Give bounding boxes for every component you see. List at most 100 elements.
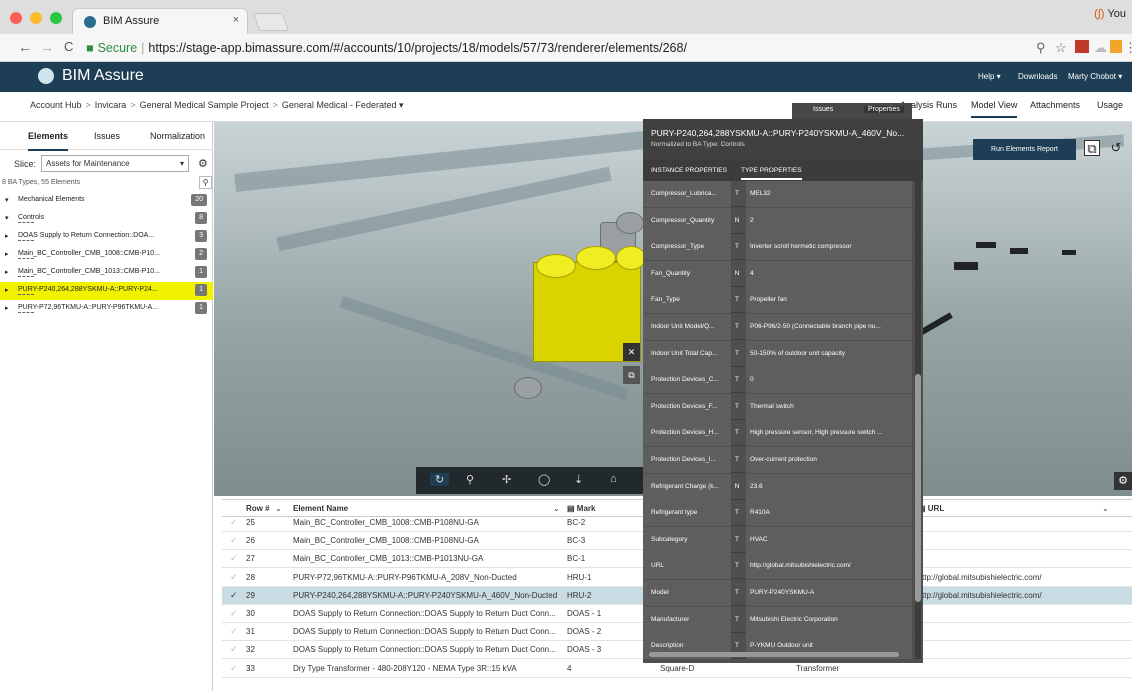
tree-item[interactable]: ▸ PURY-P72,96TKMU-A::PURY-P96TKMU-A... 1 <box>0 300 213 318</box>
orbit-icon[interactable]: ↻ <box>430 473 450 486</box>
property-value[interactable]: Propeller fan <box>746 287 912 314</box>
properties-scrollbar-thumb[interactable] <box>915 374 921 602</box>
col-row-number[interactable]: Row # <box>246 504 270 513</box>
breadcrumb-model-dropdown[interactable]: General Medical - Federated ▾ <box>282 100 404 110</box>
row-check-icon[interactable]: ✓ <box>230 608 238 619</box>
tab-type-properties[interactable]: TYPE PROPERTIES <box>741 167 802 180</box>
row-check-icon[interactable]: ✓ <box>230 535 238 546</box>
gear-icon[interactable]: ⚙ <box>198 157 208 170</box>
panel-tab-issues[interactable]: Issues <box>813 106 833 113</box>
downloads-link[interactable]: Downloads <box>1018 72 1058 81</box>
property-value[interactable]: Thermal switch <box>746 393 912 420</box>
viewer-settings-gear-icon[interactable]: ⚙ <box>1114 472 1132 490</box>
pan-icon[interactable]: ✢ <box>502 473 511 486</box>
search-icon[interactable]: ⚲ <box>199 176 212 189</box>
tab-instance-properties[interactable]: INSTANCE PROPERTIES <box>651 167 727 174</box>
property-value[interactable]: P06-P96/2-50 (Connectable branch pipe nu… <box>746 314 912 340</box>
zoom-icon[interactable]: ⚲ <box>466 473 474 486</box>
row-check-icon[interactable]: ✓ <box>230 590 238 601</box>
panel-tab-properties[interactable]: Properties <box>864 106 904 113</box>
property-value[interactable]: MEL32 <box>746 181 912 207</box>
close-window-button[interactable] <box>10 12 22 24</box>
reload-icon[interactable]: C <box>64 39 73 54</box>
property-type: T <box>735 589 739 596</box>
properties-horizontal-scrollbar[interactable] <box>649 652 899 657</box>
breadcrumb-invicara[interactable]: Invicara <box>95 100 127 110</box>
close-panel-icon[interactable]: ✕ <box>623 343 640 361</box>
row-check-icon[interactable]: ✓ <box>230 644 238 655</box>
new-tab-button[interactable] <box>252 13 290 31</box>
sidebar-tab-normalization[interactable]: Normalization <box>150 131 205 141</box>
property-key: Compressor_Lubrica... <box>643 181 731 207</box>
profile-button[interactable]: (∫) You <box>1094 8 1126 20</box>
property-value[interactable]: Inverter scroll hermetic compressor <box>746 234 912 261</box>
col-element-name[interactable]: Element Name <box>293 504 348 513</box>
tree-item[interactable]: ▸ Main_BC_Controller_CMB_1013::CMB-P10...… <box>0 264 213 282</box>
zoom-icon[interactable]: ⚲ <box>1036 40 1046 56</box>
property-value[interactable]: High pressure sensor, High pressure swit… <box>746 420 912 447</box>
sidebar-tab-issues[interactable]: Issues <box>94 131 120 141</box>
maximize-window-button[interactable] <box>50 12 62 24</box>
caret-right-icon[interactable]: ▸ <box>5 286 9 294</box>
minimize-window-button[interactable] <box>30 12 42 24</box>
extension-cloud-icon[interactable]: ☁ <box>1094 40 1107 56</box>
back-icon[interactable]: ← <box>18 39 32 55</box>
run-elements-report-button[interactable]: Run Elements Report <box>973 139 1076 160</box>
row-check-icon[interactable]: ✓ <box>230 626 238 637</box>
tree-item[interactable]: ▸ Main_BC_Controller_CMB_1008::CMB-P10...… <box>0 246 213 264</box>
tab-usage[interactable]: Usage <box>1097 100 1123 110</box>
download-icon[interactable]: ⇣ <box>574 473 583 486</box>
url-field[interactable]: ■ Secure | https://stage-app.bimassure.com/… <box>86 38 1006 58</box>
property-value[interactable]: Mitsubishi Electric Corporation <box>746 606 912 633</box>
breadcrumb-project[interactable]: General Medical Sample Project <box>140 100 269 110</box>
chevron-down-icon[interactable]: ⌄ <box>553 504 560 513</box>
forward-icon[interactable]: → <box>40 39 54 55</box>
tree-item[interactable]: ▸ DOAS Supply to Return Connection::DOA..… <box>0 228 213 246</box>
slice-select[interactable]: Assets for Maintenance ▾ <box>41 155 189 172</box>
property-value[interactable]: 23.6 <box>746 473 912 500</box>
home-icon[interactable]: ⌂ <box>610 473 617 485</box>
extension-icon[interactable] <box>1075 40 1089 53</box>
help-menu[interactable]: Help ▾ <box>978 72 1001 81</box>
tab-close-icon[interactable]: × <box>233 14 239 26</box>
tab-attachments[interactable]: Attachments <box>1030 100 1080 110</box>
property-value[interactable]: 50-150% of outdoor unit capacity <box>746 340 912 367</box>
copy-icon[interactable]: ⧉ <box>1084 140 1100 156</box>
chevron-down-icon[interactable]: ⌄ <box>275 504 282 513</box>
property-value[interactable]: 0 <box>746 367 912 394</box>
bookmark-star-icon[interactable]: ☆ <box>1055 40 1067 56</box>
breadcrumb-account-hub[interactable]: Account Hub <box>30 100 82 110</box>
caret-right-icon[interactable]: ▸ <box>5 250 9 258</box>
property-value[interactable]: R410A <box>746 500 912 527</box>
cell-element-name: PURY-P72,96TKMU-A::PURY-P96TKMU-A_208V_N… <box>293 572 517 582</box>
menu-kebab-icon[interactable]: ⋮ <box>1124 40 1132 56</box>
history-icon[interactable]: ↺ <box>1108 140 1124 156</box>
row-check-icon[interactable]: ✓ <box>230 553 238 564</box>
sidebar-tab-elements[interactable]: Elements <box>28 131 69 151</box>
caret-right-icon[interactable]: ▸ <box>5 232 9 240</box>
tree-item[interactable]: ▾ Mechanical Elements 20 <box>0 192 213 210</box>
chevron-down-icon[interactable]: ⌄ <box>1102 504 1109 513</box>
row-check-icon[interactable]: ✓ <box>230 663 238 674</box>
tab-model-view[interactable]: Model View <box>971 100 1018 118</box>
caret-down-icon[interactable]: ▾ <box>5 214 9 222</box>
property-value[interactable]: 2 <box>746 207 912 234</box>
section-icon[interactable]: ◯ <box>538 473 550 486</box>
copy-panel-icon[interactable]: ⧉ <box>623 366 640 384</box>
row-check-icon[interactable]: ✓ <box>230 517 238 528</box>
caret-right-icon[interactable]: ▸ <box>5 268 9 276</box>
browser-tab[interactable]: BIM Assure × <box>72 8 248 34</box>
col-mark[interactable]: ▤ Mark <box>567 504 595 513</box>
property-value[interactable]: Over-current protection <box>746 447 912 473</box>
user-menu[interactable]: Marty Chobot ▾ <box>1068 72 1122 81</box>
tree-item[interactable]: ▾ Controls 8 <box>0 210 213 228</box>
caret-right-icon[interactable]: ▸ <box>5 304 9 312</box>
property-value[interactable]: HVAC <box>746 526 912 553</box>
tree-item[interactable]: ▸ PURY-P240,264,288YSKMU-A::PURY-P24... 1 <box>0 282 213 300</box>
property-value[interactable]: http://global.mitsubishielectric.com/ <box>746 553 912 580</box>
row-check-icon[interactable]: ✓ <box>230 572 238 583</box>
property-value[interactable]: 4 <box>746 260 912 287</box>
extension-rss-icon[interactable] <box>1110 40 1122 53</box>
caret-down-icon[interactable]: ▾ <box>5 196 9 204</box>
property-value[interactable]: PURY-P240YSKMU-A <box>746 580 912 606</box>
